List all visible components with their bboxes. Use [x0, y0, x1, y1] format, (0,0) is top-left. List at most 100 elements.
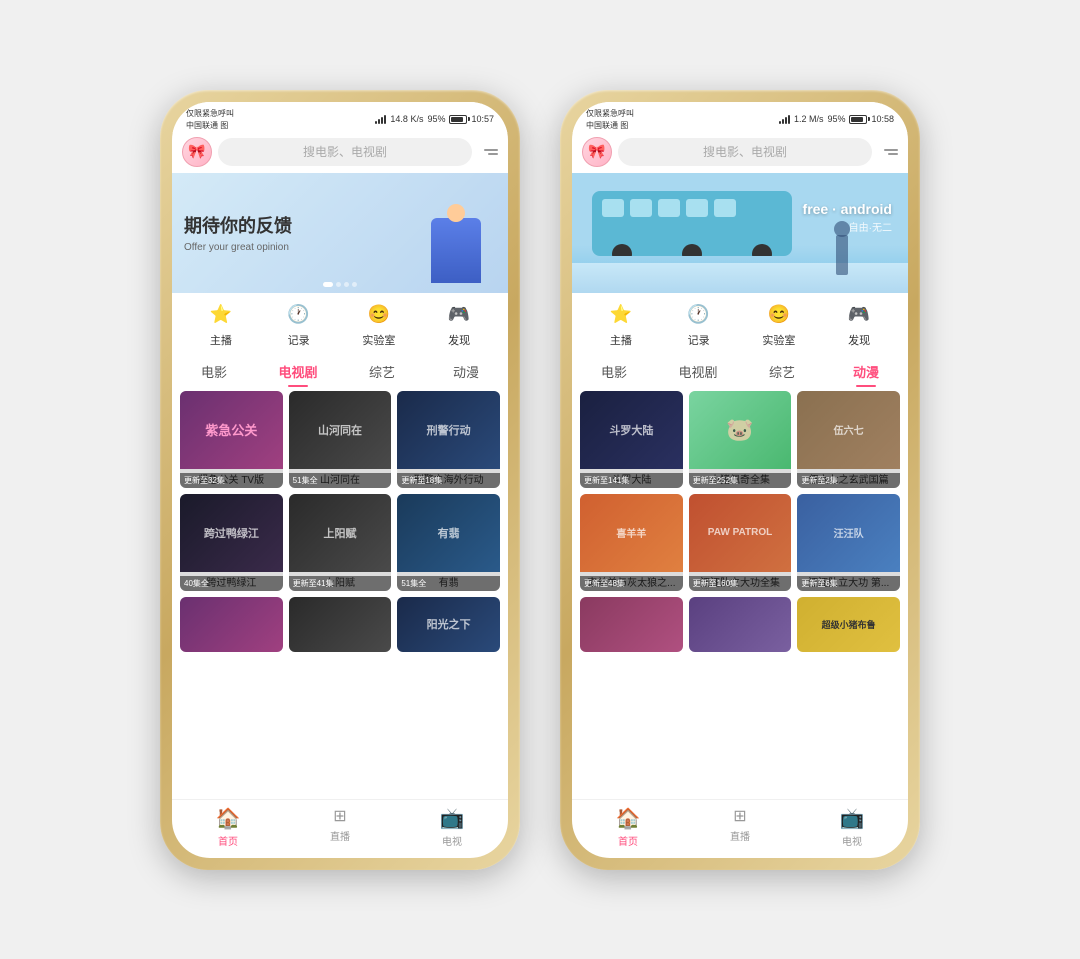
home-icon-1: 🏠 — [216, 806, 241, 831]
bottom-live-1[interactable]: ⊞ 直播 — [284, 806, 396, 848]
tab-tv-2[interactable]: 电视剧 — [656, 358, 740, 385]
grid-item-1-1-2[interactable]: 山河同在 51集全 山河同在 — [289, 391, 392, 488]
status-bar-2: 仅限紧急呼叫 中国联通 图 1.2 M/s 95% 10:58 — [572, 102, 908, 133]
tab-movie-2[interactable]: 电影 — [572, 358, 656, 385]
banner-1[interactable]: 期待你的反馈 Offer your great opinion — [172, 173, 508, 293]
grid-item-2-1-3[interactable]: 伍六七 更新至2集 伍六七之玄武国篇 — [797, 391, 900, 488]
tab-anime-1[interactable]: 动漫 — [424, 358, 508, 385]
phone-1-screen: 仅限紧急呼叫 中国联通 图 14.8 K/s 95% 10:57 🎀 搜电影 — [172, 102, 508, 858]
banner-free-android: free · android — [803, 201, 892, 217]
nav-item-record-1[interactable]: 🕐 记录 — [285, 301, 313, 348]
tab-tv-1[interactable]: 电视剧 — [256, 358, 340, 385]
grid-item-2-1-2[interactable]: 🐷 更新至252集 小猪佩奇全集 — [689, 391, 792, 488]
bottom-live-2[interactable]: ⊞ 直播 — [684, 806, 796, 848]
bottom-tv-1[interactable]: 📺 电视 — [396, 806, 508, 848]
time-2: 10:58 — [871, 114, 894, 124]
badge-2-2-1: 更新至48集 — [580, 576, 683, 591]
badge-1-1-3: 更新至18集 — [397, 473, 500, 488]
badge-2-1-1: 更新至141集 — [580, 473, 683, 488]
badge-1-2-2: 更新至41集 — [289, 576, 392, 591]
record-icon-1: 🕐 — [285, 301, 313, 329]
grid-item-1-2-3[interactable]: 有翡 51集全 有翡 — [397, 494, 500, 591]
quick-nav-2: ⭐ 主播 🕐 记录 😊 实验室 🎮 发现 — [572, 293, 908, 356]
battery-pct-1: 95% — [427, 114, 445, 124]
grid-item-1-3-2[interactable] — [289, 597, 392, 652]
lab-label-2: 实验室 — [762, 332, 795, 348]
grid-item-2-1-1[interactable]: 斗罗大陆 更新至141集 斗罗大陆 — [580, 391, 683, 488]
nav-item-discover-1[interactable]: 🎮 发现 — [445, 301, 473, 348]
nav-item-record-2[interactable]: 🕐 记录 — [685, 301, 713, 348]
zhibo-label-1: 主播 — [210, 332, 232, 348]
tab-variety-1[interactable]: 综艺 — [340, 358, 424, 385]
grid-item-2-3-2[interactable] — [689, 597, 792, 652]
signal-1 — [375, 114, 386, 124]
banner-text-1: 期待你的反馈 Offer your great opinion — [184, 212, 416, 253]
grid-item-1-2-2[interactable]: 上阳赋 更新至41集 上阳赋 — [289, 494, 392, 591]
grid-item-1-3-3[interactable]: 阳光之下 — [397, 597, 500, 652]
nav-item-zhibo-1[interactable]: ⭐ 主播 — [207, 301, 235, 348]
network-1: 中国联通 图 — [186, 120, 234, 131]
network-2: 中国联通 图 — [586, 120, 634, 131]
status-right-1: 14.8 K/s 95% 10:57 — [375, 114, 494, 124]
tab-movie-1[interactable]: 电影 — [172, 358, 256, 385]
grid-item-2-3-1[interactable] — [580, 597, 683, 652]
badge-1-1-2: 51集全 — [289, 473, 392, 488]
grid-row-1-2: 跨过鸭绿江 40集全 跨过鸭绿江 上阳赋 更新至41集 上阳赋 有翡 51集全 … — [180, 494, 500, 591]
grid-item-2-2-2[interactable]: PAW PATROL 更新至160集 汪汪队立大功全集 — [689, 494, 792, 591]
tab-anime-2[interactable]: 动漫 — [824, 358, 908, 385]
grid-row-2-1: 斗罗大陆 更新至141集 斗罗大陆 🐷 更新至252集 小猪佩奇全集 伍六七 更… — [580, 391, 900, 488]
search-row-2: 🎀 搜电影、电视剧 — [572, 133, 908, 173]
discover-label-1: 发现 — [448, 332, 470, 348]
data-speed-2: 1.2 M/s — [794, 114, 824, 124]
grid-row-1-3: 阳光之下 — [180, 597, 500, 652]
nav-item-lab-1[interactable]: 😊 实验室 — [362, 301, 395, 348]
settings-icon-2[interactable] — [878, 142, 898, 162]
grid-item-2-2-3[interactable]: 汪汪队 更新至6集 汪汪队立大功 第... — [797, 494, 900, 591]
avatar-2[interactable]: 🎀 — [582, 137, 612, 167]
grid-item-1-3-1[interactable] — [180, 597, 283, 652]
lab-label-1: 实验室 — [362, 332, 395, 348]
carrier-2: 仅限紧急呼叫 — [586, 108, 634, 119]
phone-2: 仅限紧急呼叫 中国联通 图 1.2 M/s 95% 10:58 🎀 搜电影、 — [560, 90, 920, 870]
bottom-home-1[interactable]: 🏠 首页 — [172, 806, 284, 848]
tv-icon-2: 📺 — [840, 806, 865, 831]
grid-item-2-3-3[interactable]: 超级小猪布鲁 — [797, 597, 900, 652]
discover-icon-2: 🎮 — [845, 301, 873, 329]
content-tabs-2: 电影 电视剧 综艺 动漫 — [572, 356, 908, 391]
nav-item-lab-2[interactable]: 😊 实验室 — [762, 301, 795, 348]
live-icon-2: ⊞ — [733, 806, 746, 826]
banner-2[interactable]: free · android 自由·无二 — [572, 173, 908, 293]
tab-variety-2[interactable]: 综艺 — [740, 358, 824, 385]
nav-item-discover-2[interactable]: 🎮 发现 — [845, 301, 873, 348]
data-speed-1: 14.8 K/s — [390, 114, 423, 124]
settings-icon-1[interactable] — [478, 142, 498, 162]
avatar-1[interactable]: 🎀 — [182, 137, 212, 167]
nav-item-zhibo-2[interactable]: ⭐ 主播 — [607, 301, 635, 348]
search-box-2[interactable]: 搜电影、电视剧 — [618, 138, 872, 166]
grid-item-1-1-3[interactable]: 刑警行动 更新至18集 刑警之海外行动 — [397, 391, 500, 488]
banner-dots-1 — [323, 282, 357, 287]
grid-row-2-2: 喜羊羊 更新至48集 喜羊羊与灰太狼之... PAW PATROL 更新至160… — [580, 494, 900, 591]
home-label-2: 首页 — [618, 833, 638, 848]
badge-2-1-3: 更新至2集 — [797, 473, 900, 488]
bus-scene: free · android 自由·无二 — [572, 173, 908, 293]
lab-icon-1: 😊 — [365, 301, 393, 329]
time-1: 10:57 — [471, 114, 494, 124]
grid-item-1-2-1[interactable]: 跨过鸭绿江 40集全 跨过鸭绿江 — [180, 494, 283, 591]
badge-1-2-1: 40集全 — [180, 576, 283, 591]
tv-label-1: 电视 — [442, 833, 462, 848]
zhibo-label-2: 主播 — [610, 332, 632, 348]
search-placeholder-1: 搜电影、电视剧 — [303, 143, 387, 160]
search-box-1[interactable]: 搜电影、电视剧 — [218, 138, 472, 166]
zhibo-icon-2: ⭐ — [607, 301, 635, 329]
grid-item-2-2-1[interactable]: 喜羊羊 更新至48集 喜羊羊与灰太狼之... — [580, 494, 683, 591]
phone-1: 仅限紧急呼叫 中国联通 图 14.8 K/s 95% 10:57 🎀 搜电影 — [160, 90, 520, 870]
grid-item-1-1-1[interactable]: 紫急公关 更新至32集 紧急公关 TV版 — [180, 391, 283, 488]
banner-title-1: 期待你的反馈 — [184, 212, 416, 238]
bottom-home-2[interactable]: 🏠 首页 — [572, 806, 684, 848]
zhibo-icon-1: ⭐ — [207, 301, 235, 329]
signal-2 — [779, 114, 790, 124]
live-icon-1: ⊞ — [333, 806, 346, 826]
live-label-2: 直播 — [730, 828, 750, 843]
bottom-tv-2[interactable]: 📺 电视 — [796, 806, 908, 848]
